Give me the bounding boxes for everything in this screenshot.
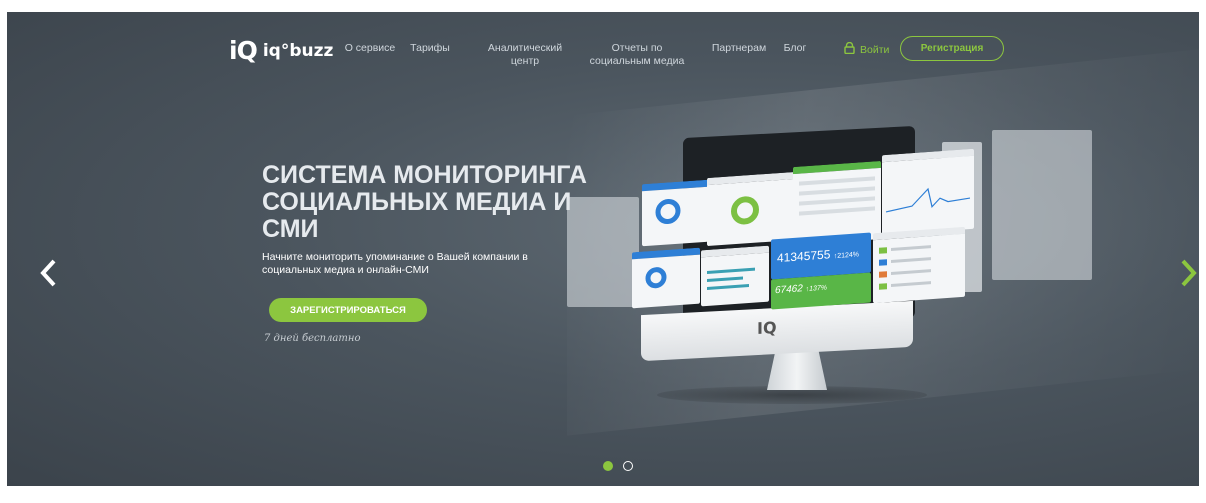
dashboard-panel <box>701 245 769 307</box>
floating-panel <box>567 197 639 307</box>
nav-social-reports[interactable]: Отчеты по социальным медиа <box>587 42 687 68</box>
nav-about[interactable]: О сервисе <box>341 42 399 55</box>
nav-blog[interactable]: Блог <box>779 42 811 55</box>
metric-panel-blue: 41345755 ↑2124% <box>771 232 871 280</box>
lock-icon <box>844 41 855 57</box>
big-metric-value: 41345755 <box>777 247 831 266</box>
monitor-logo: IQ <box>757 318 777 339</box>
carousel-dot-1[interactable] <box>603 461 613 471</box>
dashboard-panel <box>642 179 708 247</box>
nav-pricing[interactable]: Тарифы <box>407 42 453 55</box>
logo-text: iq°buzz <box>262 40 334 61</box>
small-metric-value: 67462 <box>775 283 803 297</box>
dashboard-panel <box>707 171 795 247</box>
big-metric-delta: ↑2124% <box>833 251 860 261</box>
logo-mark: iQ <box>229 36 258 65</box>
hero-subtitle: Начните мониторить упоминание о Вашей ко… <box>262 251 528 276</box>
dashboard-panel <box>632 247 700 309</box>
carousel-dot-2[interactable] <box>623 461 633 471</box>
hero-headline: СИСТЕМА МОНИТОРИНГА СОЦИАЛЬНЫХ МЕДИА И С… <box>262 161 587 243</box>
small-metric-delta: ↑137% <box>805 284 827 294</box>
site-logo[interactable]: iQ iq°buzz <box>229 36 333 65</box>
trial-note: 7 дней бесплатно <box>264 333 361 344</box>
hero-slider: iQ iq°buzz О сервисе Тарифы Аналитически… <box>7 12 1199 486</box>
dashboard-panel <box>873 226 965 304</box>
chevron-left-icon[interactable] <box>39 258 59 288</box>
chevron-right-icon[interactable] <box>1178 258 1198 288</box>
register-button[interactable]: Регистрация <box>900 36 1004 61</box>
nav-analytics-center[interactable]: Аналитический центр <box>479 42 571 68</box>
floating-panel <box>992 130 1092 280</box>
signup-cta-button[interactable]: ЗАРЕГИСТРИРОВАТЬСЯ <box>269 298 427 322</box>
login-link[interactable]: Войти <box>844 41 890 57</box>
dashboard-panel <box>882 148 974 236</box>
login-label: Войти <box>860 43 890 56</box>
nav-partners[interactable]: Партнерам <box>707 42 771 55</box>
